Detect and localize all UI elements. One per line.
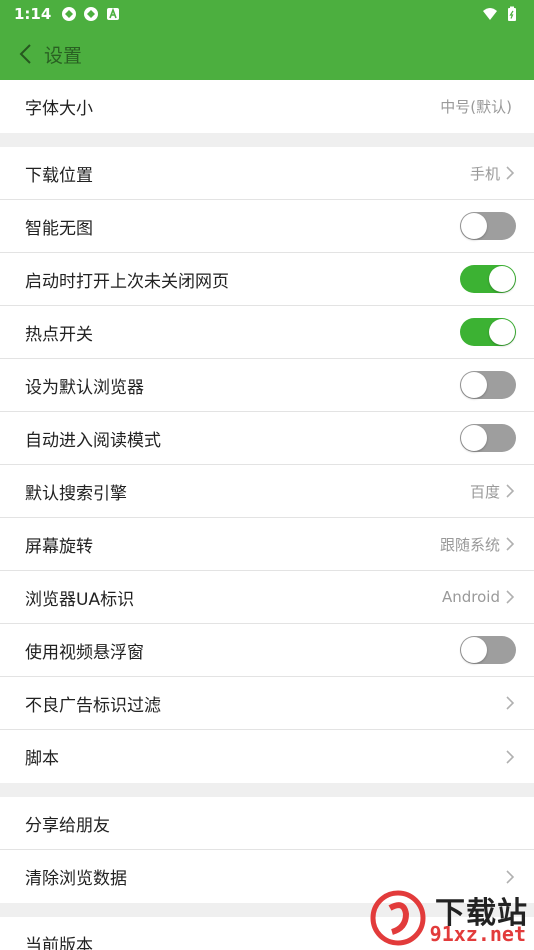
toggle-knob — [489, 266, 515, 292]
chevron-right-icon — [506, 166, 515, 180]
settings-row-label: 热点开关 — [25, 324, 93, 345]
chevron-right-icon — [506, 869, 515, 884]
settings-row-label: 浏览器UA标识 — [25, 589, 135, 610]
settings-row-label: 智能无图 — [25, 218, 93, 239]
toggle-knob — [489, 319, 515, 345]
toggle-knob — [461, 372, 487, 398]
settings-row[interactable]: 浏览器UA标识 Android — [0, 571, 534, 624]
settings-row-label: 分享给朋友 — [25, 815, 110, 836]
toggle-switch[interactable] — [460, 265, 516, 293]
settings-row[interactable]: 设为默认浏览器 — [0, 359, 534, 412]
toggle-knob — [461, 425, 487, 451]
settings-row-label: 屏幕旋转 — [25, 536, 93, 557]
chevron-right-icon — [506, 696, 515, 710]
toggle-switch[interactable] — [460, 424, 516, 452]
settings-row-label: 不良广告标识过滤 — [25, 695, 161, 716]
settings-row-label: 字体大小 — [25, 99, 93, 119]
settings-row-label: 自动进入阅读模式 — [25, 430, 161, 451]
watermark-sub: 91xz.net — [429, 922, 526, 946]
settings-row-label: 默认搜索引擎 — [25, 483, 127, 504]
watermark-logo-icon — [370, 890, 426, 946]
toggle-switch[interactable] — [460, 318, 516, 346]
settings-row-label: 下载位置 — [25, 165, 93, 186]
settings-list: 字体大小 中号(默认) 下载位置 手机智能无图启动时打开上次未关闭网页 热点开关设为默认… — [0, 80, 534, 950]
status-time: 1:14 — [14, 5, 52, 23]
chevron-right-icon — [506, 590, 515, 604]
toggle-switch[interactable] — [460, 636, 516, 664]
chevron-left-icon — [19, 44, 31, 64]
chevron-right-icon — [506, 749, 515, 764]
settings-row-label: 脚本 — [25, 749, 59, 769]
settings-row-value: 手机 — [469, 164, 500, 183]
watermark: 下载站 91xz.net — [364, 886, 534, 950]
chevron-right-icon — [506, 537, 515, 551]
app-bar: 设置 — [0, 28, 534, 80]
toggle-switch[interactable] — [460, 371, 516, 399]
status-bar: 1:14 — [0, 0, 534, 28]
page-title: 设置 — [44, 44, 83, 67]
back-button[interactable] — [14, 39, 36, 69]
settings-group: 字体大小 中号(默认) — [0, 80, 534, 133]
settings-row[interactable]: 屏幕旋转 跟随系统 — [0, 518, 534, 571]
settings-row[interactable]: 字体大小 中号(默认) — [0, 80, 534, 133]
settings-row[interactable]: 使用视频悬浮窗 — [0, 624, 534, 677]
battery-icon — [508, 6, 516, 21]
toggle-knob — [461, 213, 487, 239]
settings-row-label: 设为默认浏览器 — [25, 377, 144, 398]
settings-row[interactable]: 热点开关 — [0, 306, 534, 359]
settings-row[interactable]: 不良广告标识过滤 — [0, 677, 534, 730]
settings-row[interactable]: 分享给朋友 — [0, 797, 534, 850]
settings-row-value: 中号(默认) — [440, 98, 512, 116]
settings-row[interactable]: 默认搜索引擎 百度 — [0, 465, 534, 518]
settings-row[interactable]: 脚本 — [0, 730, 534, 783]
settings-row-value: 跟随系统 — [439, 535, 500, 554]
settings-row[interactable]: 下载位置 手机 — [0, 147, 534, 200]
notification-a-icon — [107, 7, 120, 20]
group-divider — [0, 783, 534, 797]
settings-row[interactable]: 自动进入阅读模式 — [0, 412, 534, 465]
settings-row[interactable]: 智能无图 — [0, 200, 534, 253]
settings-group: 下载位置 手机智能无图启动时打开上次未关闭网页 热点开关设为默认浏览器 自动进入阅读模… — [0, 147, 534, 783]
settings-row-value: 百度 — [469, 482, 500, 501]
toggle-switch[interactable] — [460, 212, 516, 240]
notification-icon — [62, 7, 77, 21]
group-divider — [0, 133, 534, 147]
chevron-right-icon — [506, 484, 515, 498]
notification-icon — [84, 7, 99, 21]
settings-row[interactable]: 启动时打开上次未关闭网页 — [0, 253, 534, 306]
toggle-knob — [461, 637, 487, 663]
wifi-icon — [483, 8, 497, 20]
settings-row-label: 启动时打开上次未关闭网页 — [25, 271, 229, 292]
settings-row-label: 使用视频悬浮窗 — [25, 642, 144, 663]
settings-row-value: Android — [442, 588, 500, 606]
